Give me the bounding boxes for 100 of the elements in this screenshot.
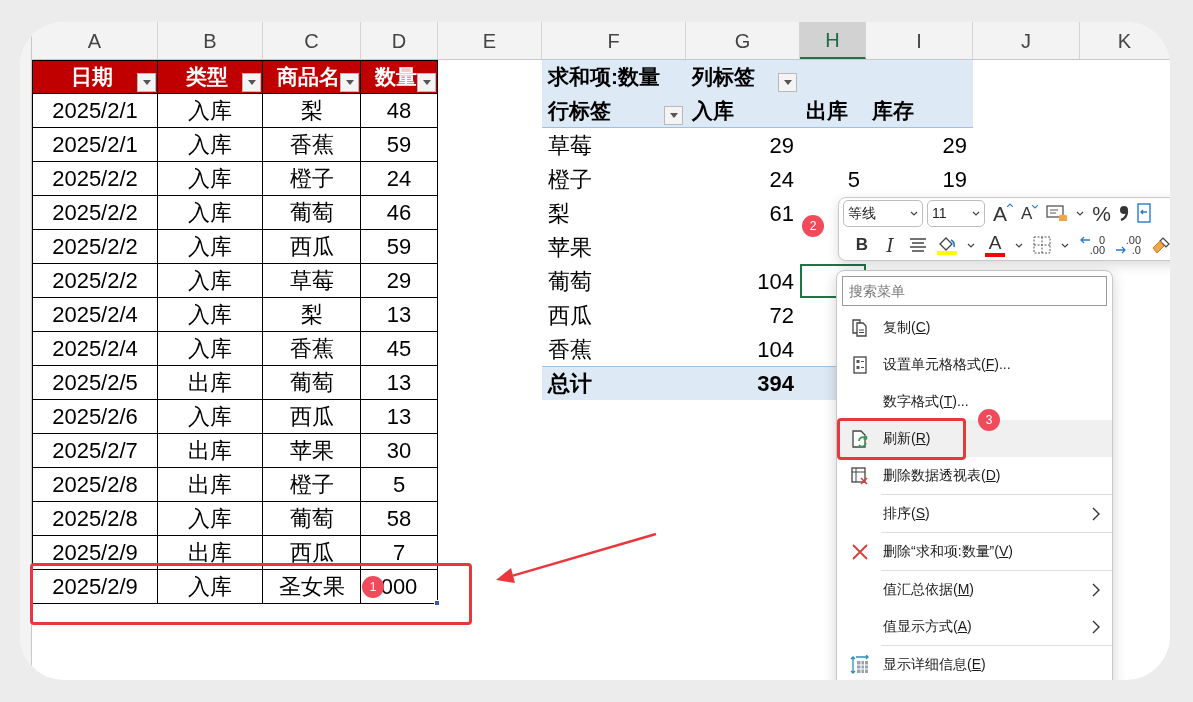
italic-button[interactable]: I <box>881 231 899 259</box>
column-header[interactable]: D <box>361 22 438 59</box>
table-styles-icon[interactable] <box>1046 204 1069 222</box>
percent-button[interactable]: % <box>1092 202 1112 224</box>
table-cell: 2025/2/1 <box>32 128 158 162</box>
table-cell: 入库 <box>158 298 263 332</box>
table-cell: 2025/2/1 <box>32 94 158 128</box>
caret-icon[interactable] <box>1007 202 1013 207</box>
filter-button[interactable] <box>137 73 156 92</box>
table-cell: 圣女果 <box>263 570 361 604</box>
increase-decimal-button[interactable]: 0 .00 <box>1079 235 1105 255</box>
menu-item[interactable]: 设置单元格格式(F)... <box>837 346 1013 383</box>
table-cell: 香蕉 <box>263 128 361 162</box>
arrow-right-icon <box>1115 246 1127 254</box>
table-cell: 29 <box>361 264 438 298</box>
chevron-down-icon[interactable] <box>967 242 975 248</box>
menu-item[interactable]: 值汇总依据(M) <box>837 571 1112 608</box>
caret-icon[interactable] <box>345 80 354 85</box>
column-header[interactable]: B <box>158 22 263 59</box>
column-header[interactable]: H <box>800 22 866 59</box>
column-header[interactable]: I <box>866 22 973 59</box>
font-dropdown[interactable]: 等线 <box>843 199 923 227</box>
table-cell: 苹果 <box>263 434 361 468</box>
table-cell: 30 <box>361 434 438 468</box>
table-cell: 香蕉 <box>263 332 361 366</box>
chevron-down-icon[interactable] <box>1015 242 1023 248</box>
menu-item[interactable]: 数字格式(T)... <box>837 383 971 420</box>
menu-item[interactable]: 删除数据透视表(D) <box>837 457 1003 494</box>
caret-icon[interactable] <box>142 80 151 85</box>
align-center-icon[interactable] <box>909 237 927 253</box>
filter-button[interactable] <box>664 106 683 125</box>
indent-icon[interactable] <box>1137 203 1152 223</box>
column-header[interactable]: F <box>542 22 686 59</box>
shrink-font-button[interactable]: A <box>1021 204 1039 222</box>
table-cell: 2025/2/8 <box>32 502 158 536</box>
caret-icon[interactable] <box>669 113 678 118</box>
table-cell: 西瓜 <box>263 400 361 434</box>
table-cell: 2025/2/4 <box>32 298 158 332</box>
value-cell-text: 104 <box>756 267 795 296</box>
table-cell: 入库 <box>158 264 263 298</box>
step-badge: 2 <box>802 215 824 237</box>
table-cell: 7 <box>361 536 438 570</box>
total-cell: 394 <box>686 366 800 400</box>
decrease-decimal-button[interactable]: .00 .0 <box>1115 235 1141 255</box>
comma-style-icon[interactable] <box>1119 205 1130 221</box>
menu-item[interactable]: 删除“求和项:数量”(V) <box>837 533 1015 570</box>
table-cell: 葡萄 <box>263 196 361 230</box>
format-painter-icon[interactable] <box>1151 236 1170 254</box>
filter-button[interactable] <box>417 73 436 92</box>
column-header[interactable]: C <box>263 22 361 59</box>
column-header[interactable]: A <box>32 22 158 59</box>
chevron-down-icon[interactable] <box>910 210 918 216</box>
bold-button[interactable]: B <box>853 232 871 258</box>
table-cell: 48 <box>361 94 438 128</box>
table-cell: 2025/2/9 <box>32 536 158 570</box>
caret-icon[interactable] <box>783 80 792 85</box>
table-cell: 46 <box>361 196 438 230</box>
table-arrows-icon <box>850 654 870 675</box>
table-cell: 13 <box>361 400 438 434</box>
chevron-down-icon[interactable] <box>972 210 980 216</box>
table-cell: 出库 <box>158 434 263 468</box>
table-cell: 橙子 <box>263 162 361 196</box>
chevron-right-icon[interactable] <box>1092 582 1100 597</box>
menu-item[interactable]: 复制(C) <box>837 309 933 346</box>
row-label: 西瓜 <box>547 301 593 330</box>
caret-icon[interactable] <box>422 80 431 85</box>
table-cell: 2025/2/5 <box>32 366 158 400</box>
table-cell: 2025/2/2 <box>32 162 158 196</box>
menu-item[interactable]: 排序(S) <box>837 495 1112 532</box>
column-header[interactable]: E <box>438 22 542 59</box>
size-dropdown[interactable]: 11 <box>927 199 985 227</box>
table-cell: 5 <box>361 468 438 502</box>
value-cell-text: 29 <box>941 131 968 160</box>
table-cell: 入库 <box>158 128 263 162</box>
font-color-button[interactable]: A <box>985 233 1005 257</box>
row-label: 草莓 <box>547 131 593 160</box>
table-cell: 2025/2/2 <box>32 230 158 264</box>
grow-font-button[interactable]: A <box>993 202 1013 224</box>
table-cell: 入库 <box>158 162 263 196</box>
table-cell: 草莓 <box>263 264 361 298</box>
menu-item[interactable]: 值显示方式(A) <box>837 608 1112 645</box>
format-icon <box>850 354 870 375</box>
caret-icon[interactable] <box>1032 204 1039 209</box>
table-cell: 2025/2/2 <box>32 196 158 230</box>
column-header[interactable]: J <box>973 22 1080 59</box>
chevron-down-icon[interactable] <box>1061 242 1069 248</box>
search-field[interactable]: 搜索菜单 <box>842 276 1107 306</box>
chevron-right-icon[interactable] <box>1092 619 1100 634</box>
table-cell: 入库 <box>158 570 263 604</box>
caret-icon[interactable] <box>247 80 256 85</box>
chevron-right-icon[interactable] <box>1092 506 1100 521</box>
filter-button[interactable] <box>340 73 359 92</box>
column-header[interactable]: K <box>1080 22 1170 59</box>
fill-handle[interactable] <box>434 600 440 606</box>
borders-icon[interactable] <box>1033 236 1051 254</box>
menu-item[interactable]: 显示详细信息(E) <box>837 646 988 680</box>
filter-button[interactable] <box>778 73 797 92</box>
table-cell: 出库 <box>158 366 263 400</box>
filter-button[interactable] <box>242 73 261 92</box>
chevron-down-icon[interactable] <box>1076 210 1085 216</box>
